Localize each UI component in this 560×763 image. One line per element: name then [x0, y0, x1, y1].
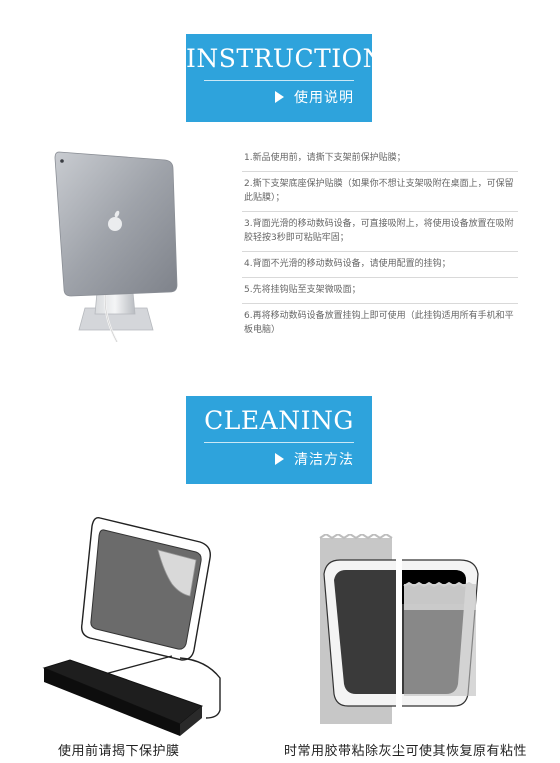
instructions-header: INSTRUCTIONS 使用说明	[186, 34, 403, 122]
divider	[204, 442, 354, 443]
step-item: 3.背面光滑的移动数码设备，可直接吸附上，将使用设备放置在吸附胶轻按3秒即可粘贴…	[242, 212, 518, 252]
step-item: 4.背面不光滑的移动数码设备，请使用配置的挂钩；	[242, 252, 518, 278]
caption-peel-film: 使用前请揭下保护膜	[58, 744, 180, 759]
instructions-title: INSTRUCTIONS	[186, 44, 403, 73]
step-item: 5.先将挂钩贴至支架微吸面；	[242, 278, 518, 304]
instruction-steps: 1.新品使用前，请撕下支架前保护贴膜； 2.撕下支架底座保护贴膜（如果你不想让支…	[242, 146, 518, 343]
step-item: 6.再将移动数码设备放置挂钩上即可使用（此挂钩适用所有手机和平板电脑）	[244, 311, 514, 335]
step-item: 1.新品使用前，请撕下支架前保护贴膜；	[242, 146, 518, 172]
caption-tape-clean: 时常用胶带粘除灰尘可使其恢复原有粘性	[284, 744, 528, 759]
divider	[204, 80, 354, 81]
step-item: 2.撕下支架底座保护贴膜（如果你不想让支架吸附在桌面上，可保留此贴膜）；	[242, 172, 518, 212]
play-triangle-icon	[275, 453, 284, 465]
tape-cleaning-illustration	[319, 534, 479, 724]
play-triangle-icon	[275, 91, 284, 103]
instructions-subtitle: 使用说明	[294, 90, 354, 106]
cleaning-subtitle-row: 清洁方法	[275, 449, 354, 469]
peel-film-illustration	[42, 516, 221, 736]
cleaning-subtitle: 清洁方法	[294, 452, 354, 468]
tablet-stand-illustration	[54, 151, 178, 342]
instructions-subtitle-row: 使用说明	[275, 87, 354, 107]
cleaning-title: CLEANING	[204, 406, 354, 435]
cleaning-header: CLEANING 清洁方法	[186, 396, 372, 484]
